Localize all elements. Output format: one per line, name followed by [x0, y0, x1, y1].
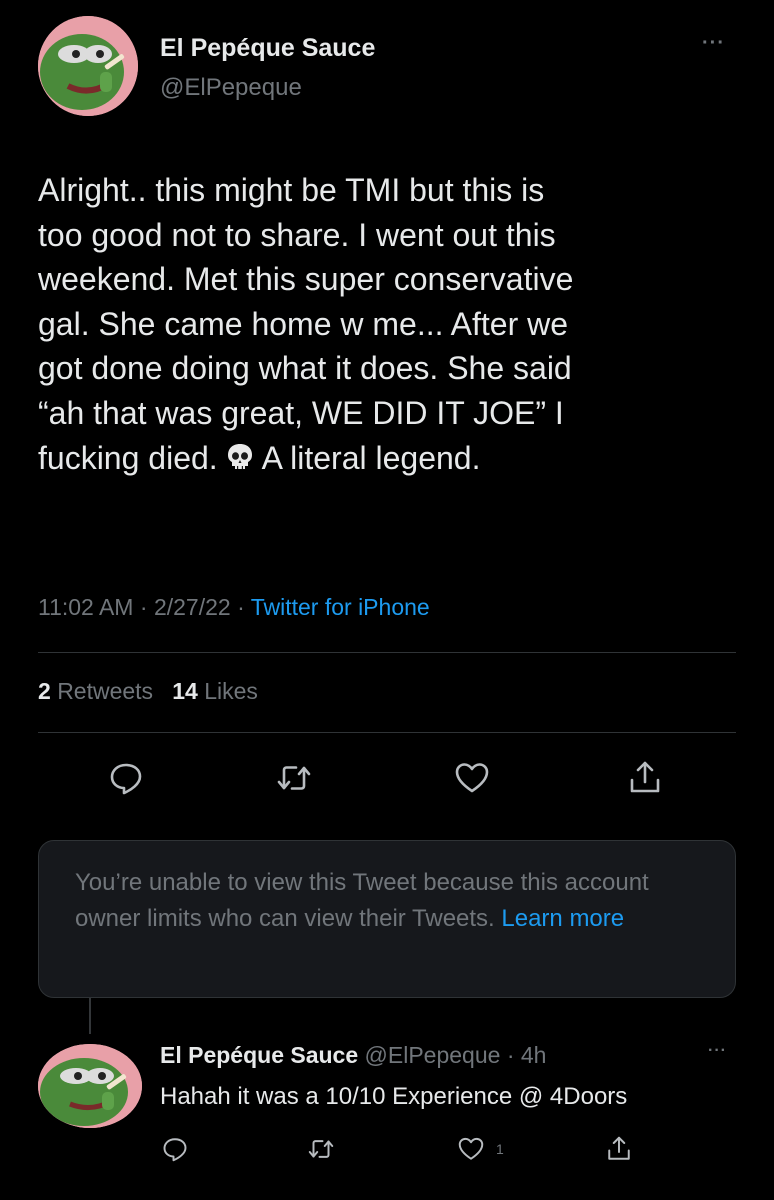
retweets-stat[interactable]: 2 Retweets — [38, 678, 153, 704]
reply-author-avatar[interactable] — [38, 1044, 142, 1128]
tweet-text-main: Alright.. this might be TMI but this is … — [38, 172, 574, 476]
share-icon — [608, 1136, 630, 1160]
tweet-source-link[interactable]: Twitter for iPhone — [251, 594, 430, 620]
reply-separator: · — [506, 1042, 515, 1068]
author-name[interactable]: El Pepéque Sauce — [160, 34, 375, 63]
reply-header: El Pepéque Sauce @ElPepeque · 4h — [160, 1042, 546, 1069]
likes-label: Likes — [204, 678, 258, 704]
divider — [38, 652, 736, 653]
likes-count: 14 — [172, 678, 198, 704]
author-avatar[interactable] — [38, 16, 138, 116]
tweet-action-bar — [0, 752, 774, 802]
share-icon[interactable] — [625, 758, 665, 798]
tweet-meta: 11:02 AM · 2/27/22 · Twitter for iPhone — [38, 594, 430, 621]
reply-time[interactable]: 4h — [521, 1042, 547, 1068]
retweet-icon[interactable] — [274, 758, 314, 798]
tweet-stats: 2 Retweets 14 Likes — [38, 678, 258, 705]
retweets-label: Retweets — [57, 678, 154, 704]
pepe-avatar-image — [38, 16, 138, 116]
divider — [38, 732, 736, 733]
likes-stat[interactable]: 14 Likes — [172, 678, 258, 704]
tweet-text-end: A literal legend. — [261, 439, 481, 476]
author-handle[interactable]: @ElPepeque — [160, 74, 302, 102]
more-options-icon[interactable]: ··· — [702, 32, 725, 55]
reply-like-count: 1 — [496, 1141, 504, 1157]
reply-reply-button[interactable] — [160, 1134, 190, 1164]
learn-more-link[interactable]: Learn more — [501, 905, 624, 932]
unavailable-tweet-notice: You’re unable to view this Tweet because… — [38, 840, 736, 998]
meta-separator: · — [237, 594, 251, 620]
reply-share-button[interactable] — [604, 1134, 634, 1164]
reply-retweet-button[interactable] — [306, 1134, 336, 1164]
reply-text: Hahah it was a 10/10 Experience @ 4Doors — [160, 1083, 628, 1110]
reply-author-name[interactable]: El Pepéque Sauce — [160, 1042, 358, 1068]
reply-more-options-icon[interactable]: ··· — [708, 1042, 727, 1060]
tweet-time[interactable]: 11:02 AM — [38, 594, 133, 620]
reply-like-button[interactable]: 1 — [456, 1134, 504, 1164]
reply-action-bar: 1 — [0, 1134, 774, 1170]
like-icon — [458, 1137, 484, 1160]
meta-separator: · — [139, 594, 154, 620]
pepe-avatar-image — [38, 1044, 142, 1128]
tweet-text: Alright.. this might be TMI but this is … — [38, 168, 738, 480]
reply-icon[interactable] — [106, 758, 146, 798]
like-icon[interactable] — [452, 758, 492, 798]
tweet-date[interactable]: 2/27/22 — [154, 594, 231, 620]
skull-emoji-icon — [224, 440, 256, 472]
reply-author-handle[interactable]: @ElPepeque — [365, 1042, 501, 1068]
reply-icon — [163, 1138, 187, 1162]
thread-connector-line — [89, 998, 91, 1034]
retweet-icon — [308, 1140, 334, 1158]
tweet-header: El Pepéque Sauce @ElPepeque ··· — [0, 0, 774, 140]
retweets-count: 2 — [38, 678, 51, 704]
